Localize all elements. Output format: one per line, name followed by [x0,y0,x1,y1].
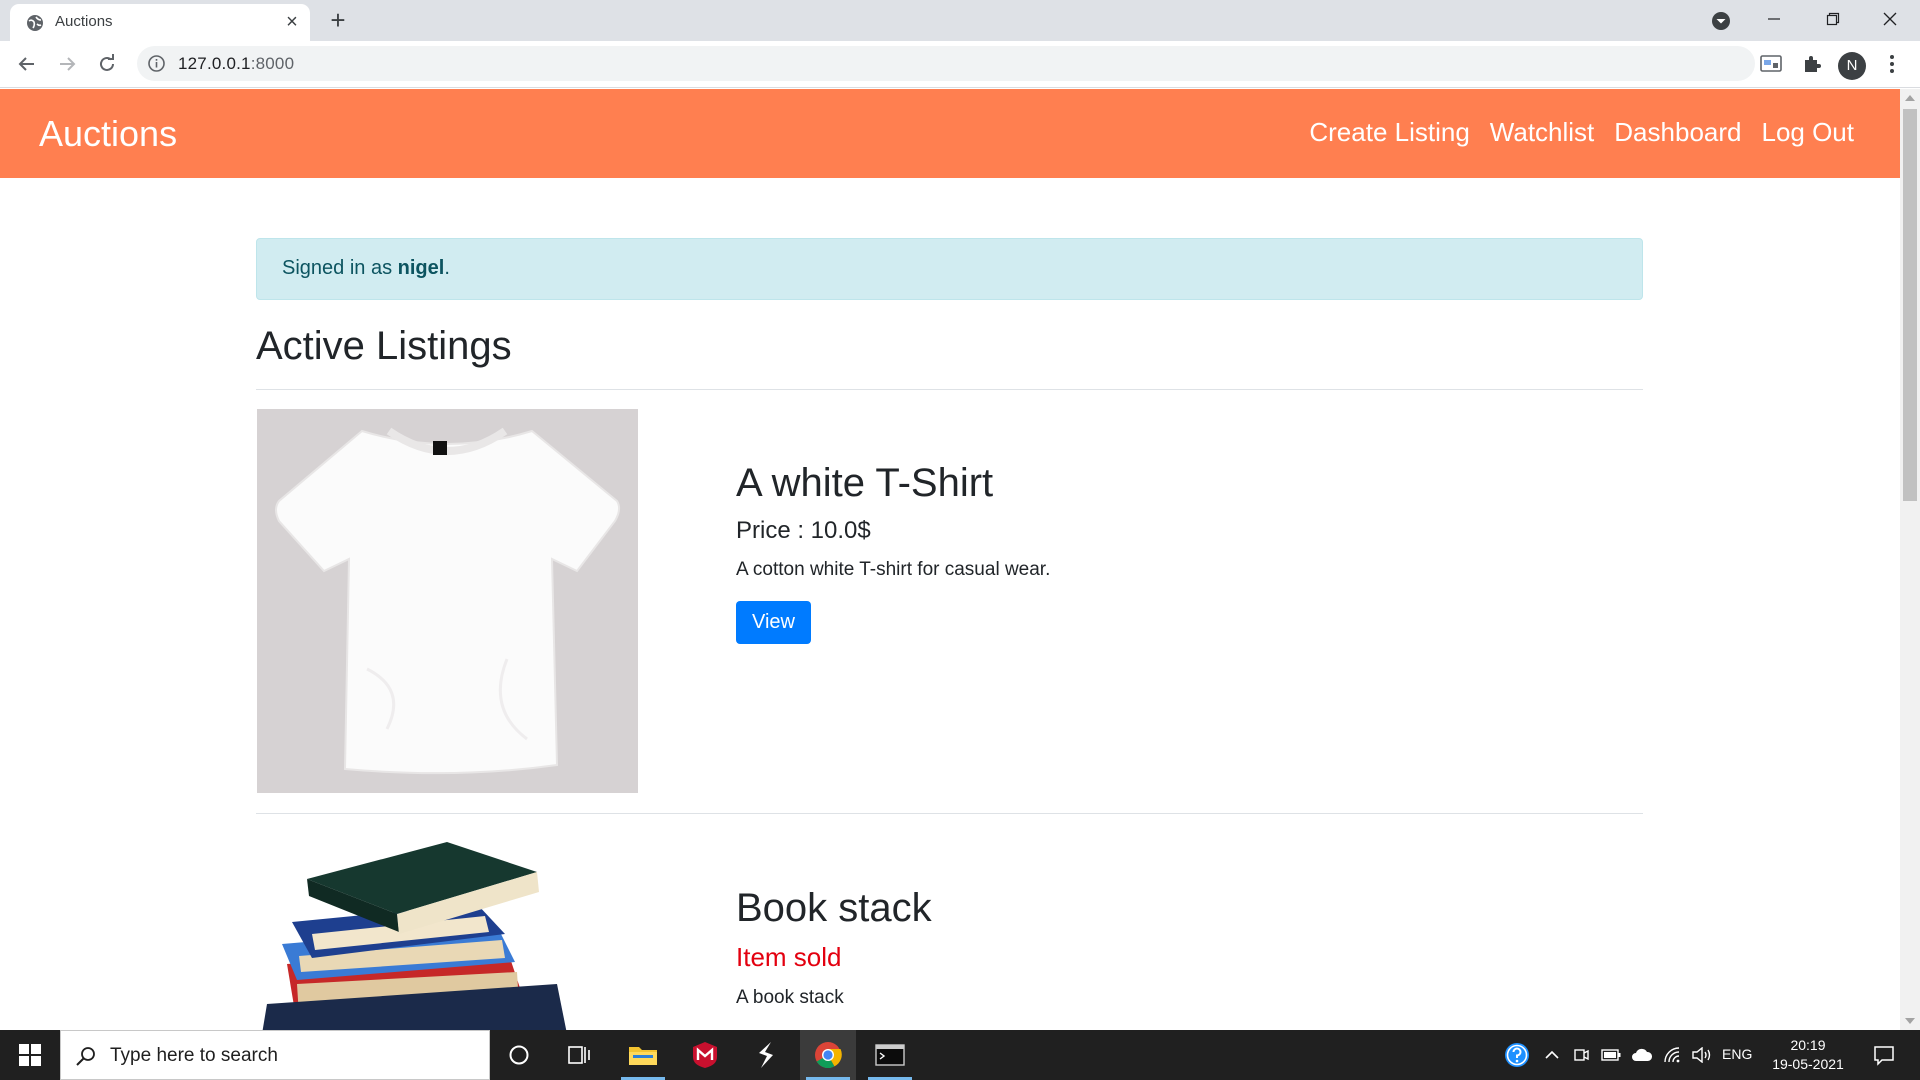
clock-time: 20:19 [1790,1037,1826,1053]
divider [256,813,1643,814]
tab-title: Auctions [55,13,113,30]
nav-link-create-listing[interactable]: Create Listing [1309,117,1469,148]
signed-in-alert: Signed in as nigel. [256,238,1643,300]
info-icon[interactable] [147,54,166,73]
minimize-icon[interactable] [1746,0,1802,38]
nav-link-dashboard[interactable]: Dashboard [1614,117,1741,148]
listing-title: A white T-Shirt [736,461,994,505]
alert-username: nigel [397,257,445,279]
media-router-icon[interactable] [1757,50,1785,78]
listing-title: Book stack [736,886,932,930]
file-explorer-icon[interactable] [615,1030,671,1080]
listing-price: Price : 10.0$ [736,517,871,544]
scroll-up-arrow[interactable] [1905,95,1915,101]
listing-info-books: Book stack Item sold A book stack [736,884,932,1009]
sold-status: Item sold [736,942,842,972]
alert-prefix: Signed in as [282,257,398,279]
chrome-icon[interactable] [800,1030,856,1080]
page-title: Active Listings [256,324,512,368]
cortana-icon[interactable] [491,1030,547,1080]
help-icon[interactable] [1502,1030,1532,1080]
mcafee-icon[interactable] [677,1030,733,1080]
terminal-icon[interactable] [862,1030,918,1080]
back-arrow-icon[interactable] [12,49,42,79]
browser-tabstrip: Auctions × + [0,0,1920,41]
nav-link-log-out[interactable]: Log Out [1761,117,1854,148]
navbar-brand[interactable]: Auctions [39,113,177,155]
scroll-thumb[interactable] [1903,109,1917,501]
battery-icon[interactable] [1598,1030,1624,1080]
forward-arrow-icon[interactable] [52,49,82,79]
tab-search-icon[interactable] [1710,10,1732,32]
address-bar[interactable]: 127.0.0.1:8000 [137,46,1863,81]
clock-date: 19-05-2021 [1772,1056,1844,1072]
listing-description: A book stack [736,987,844,1008]
close-icon[interactable]: × [280,10,304,34]
taskbar-search-box[interactable]: Type here to search [60,1030,490,1080]
task-view-icon[interactable] [552,1030,608,1080]
url-text: 127.0.0.1:8000 [178,54,295,73]
profile-avatar[interactable]: N [1838,52,1866,80]
divider [256,389,1643,390]
cloud-icon[interactable] [1628,1030,1656,1080]
chevron-up-icon[interactable] [1540,1030,1564,1080]
plus-icon[interactable]: + [323,6,353,36]
site-navbar: Auctions Create Listing Watchlist Dashbo… [0,89,1900,178]
windows-taskbar: Type here to search ENG 20:19 19-05-2021 [0,1030,1920,1080]
browser-toolbar: 127.0.0.1:8000 N [0,41,1920,88]
taskbar-clock[interactable]: 20:19 19-05-2021 [1766,1036,1850,1074]
listing-info-tshirt: A white T-Shirt Price : 10.0$ A cotton w… [736,459,1050,644]
maximize-icon[interactable] [1805,0,1861,38]
navbar-links: Create Listing Watchlist Dashboard Log O… [1309,117,1854,148]
listing-description: A cotton white T-shirt for casual wear. [736,559,1051,580]
wifi-icon[interactable] [1660,1030,1686,1080]
language-indicator[interactable]: ENG [1722,1046,1752,1062]
page-viewport: Auctions Create Listing Watchlist Dashbo… [0,89,1900,1030]
notifications-icon[interactable] [1864,1030,1904,1080]
nav-link-watchlist[interactable]: Watchlist [1490,117,1595,148]
windows-start-icon[interactable] [0,1030,60,1080]
volume-icon[interactable] [1688,1030,1716,1080]
browser-tab-auctions[interactable]: Auctions × [10,4,310,41]
page-scrollbar[interactable] [1900,89,1920,1030]
search-placeholder: Type here to search [110,1045,278,1066]
listing-image-tshirt [257,409,638,793]
meet-icon[interactable] [1568,1030,1594,1080]
puzzle-icon[interactable] [1798,50,1826,78]
globe-icon [27,15,43,31]
scroll-down-arrow[interactable] [1905,1018,1915,1024]
search-icon [76,1047,95,1066]
kebab-menu-icon[interactable] [1878,50,1906,78]
alert-suffix: . [444,257,450,279]
view-button[interactable]: View [736,601,811,644]
sublime-icon[interactable] [738,1030,794,1080]
listing-image-books [257,834,638,1030]
reload-icon[interactable] [92,49,122,79]
window-close-icon[interactable] [1862,0,1918,38]
